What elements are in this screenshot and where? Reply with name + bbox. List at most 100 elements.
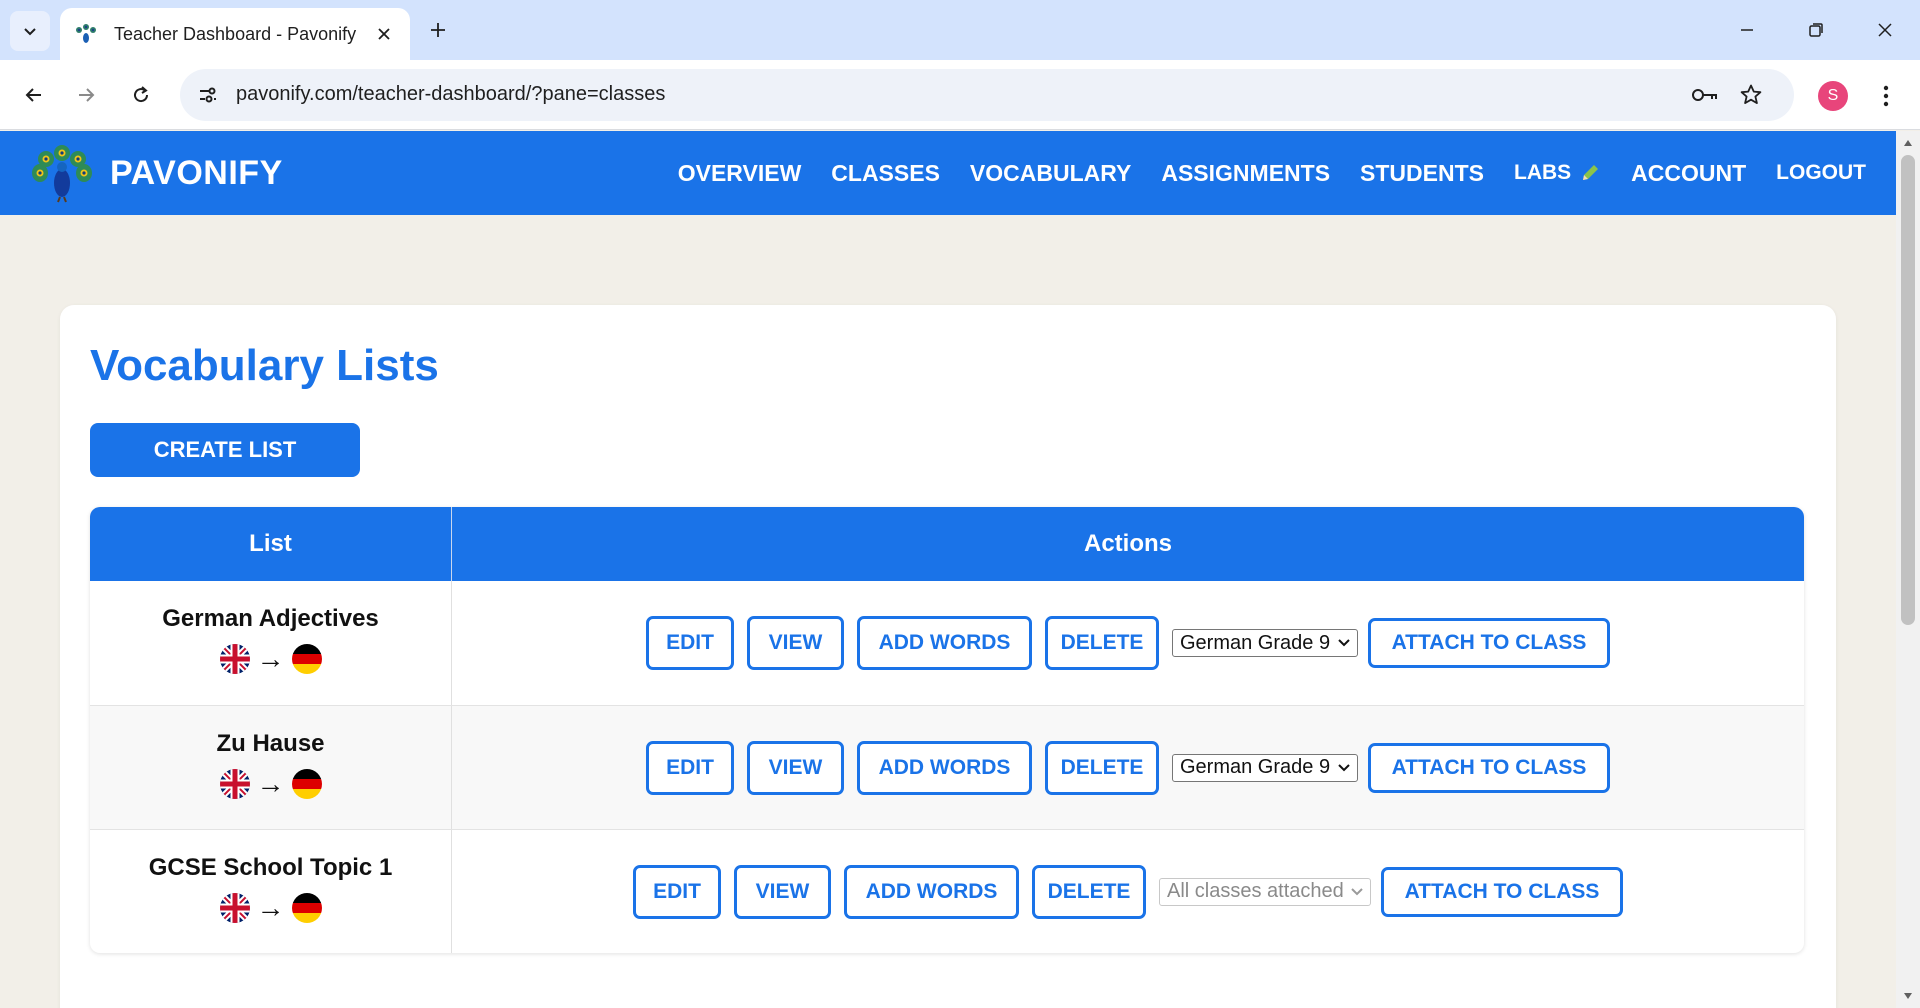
chevron-down-icon [1338,763,1350,771]
nav-classes[interactable]: CLASSES [831,160,940,187]
class-select[interactable]: German Grade 9 [1172,629,1358,657]
page-viewport: PAVONIFY OVERVIEW CLASSES VOCABULARY ASS… [0,131,1896,1008]
url-text[interactable]: pavonify.com/teacher-dashboard/?pane=cla… [236,83,665,106]
tab-search-button[interactable] [10,11,50,51]
forward-button[interactable] [68,77,104,113]
close-window-button[interactable] [1865,12,1905,48]
minimize-icon [1741,29,1753,31]
list-cell: GCSE School Topic 1 → [90,830,452,953]
address-bar[interactable]: pavonify.com/teacher-dashboard/?pane=cla… [180,69,1794,121]
class-select-value: German Grade 9 [1180,631,1331,654]
arrow-right-icon: → [256,891,285,923]
view-button[interactable]: VIEW [734,864,831,919]
germany-flag-icon [291,768,322,799]
actions-cell: EDIT VIEW ADD WORDS DELETE German Grade … [452,706,1804,829]
add-words-button[interactable]: ADD WORDS [844,864,1019,919]
site-info-button[interactable] [194,81,222,109]
tab-close-button[interactable] [372,22,396,46]
brand-name: PAVONIFY [110,153,283,192]
back-button[interactable] [16,77,52,113]
vocabulary-table: List Actions German Adjectives → EDIT VI… [90,507,1804,953]
germany-flag-icon [291,644,322,674]
nav-labs[interactable]: LABS [1514,161,1601,185]
class-select-value: All classes attached [1167,880,1344,902]
nav-logout[interactable]: LOGOUT [1776,161,1866,185]
more-vert-icon [1883,85,1889,107]
header-actions: Actions [1083,530,1172,557]
forward-icon [79,88,95,102]
uk-flag-icon [219,644,250,674]
site-navbar: PAVONIFY OVERVIEW CLASSES VOCABULARY ASS… [0,131,1896,215]
password-key-button[interactable] [1690,81,1720,109]
attach-to-class-button[interactable]: ATTACH TO CLASS [1368,618,1610,668]
vocabulary-lists-card: Vocabulary Lists CREATE LIST List Action… [60,305,1836,1008]
browser-menu-button[interactable] [1874,79,1898,113]
peacock-logo-icon [32,145,92,203]
scroll-up-button[interactable] [1902,137,1914,149]
edit-button[interactable]: EDIT [633,864,721,919]
site-info-icon [200,87,216,103]
chevron-down-icon [1338,639,1350,647]
new-tab-button[interactable] [423,15,453,45]
restore-icon [1809,23,1823,37]
nav-account[interactable]: ACCOUNT [1631,160,1746,187]
scroll-down-button[interactable] [1902,990,1914,1002]
main-nav: OVERVIEW CLASSES VOCABULARY ASSIGNMENTS … [648,131,1866,215]
page-title: Vocabulary Lists [90,341,439,390]
nav-assignments[interactable]: ASSIGNMENTS [1161,160,1330,187]
tab-title: Teacher Dashboard - Pavonify [114,23,357,44]
close-window-icon [1878,23,1892,37]
delete-button[interactable]: DELETE [1045,740,1159,795]
actions-cell: EDIT VIEW ADD WORDS DELETE German Grade … [452,581,1804,705]
profile-avatar[interactable]: S [1818,81,1848,111]
class-select-value: German Grade 9 [1180,756,1331,778]
list-cell: German Adjectives → [90,581,452,705]
nav-students[interactable]: STUDENTS [1360,160,1484,187]
browser-tab-bar: Teacher Dashboard - Pavonify [0,0,1920,60]
attach-to-class-button[interactable]: ATTACH TO CLASS [1381,866,1623,917]
language-pair: → [219,768,323,800]
bookmark-star-button[interactable] [1736,81,1766,109]
delete-button[interactable]: DELETE [1032,864,1146,919]
uk-flag-icon [219,768,250,799]
reload-button[interactable] [123,77,159,113]
list-name: Zu Hause [216,729,325,757]
table-row: German Adjectives → EDIT VIEW ADD WORDS … [90,581,1804,705]
brand-logo-link[interactable]: PAVONIFY [30,143,283,203]
create-list-button[interactable]: CREATE LIST [90,423,360,477]
class-select-disabled: All classes attached [1159,877,1371,906]
add-words-button[interactable]: ADD WORDS [857,740,1032,795]
pencil-icon [1583,165,1599,180]
view-button[interactable]: VIEW [747,740,844,795]
list-name: German Adjectives [162,605,379,632]
restore-button[interactable] [1796,12,1836,48]
attach-to-class-button[interactable]: ATTACH TO CLASS [1368,742,1610,793]
browser-tab-active[interactable]: Teacher Dashboard - Pavonify [60,8,410,60]
language-pair: → [219,643,323,675]
add-words-button[interactable]: ADD WORDS [857,616,1032,670]
triangle-up-icon [1904,140,1912,146]
table-row: Zu Hause → EDIT VIEW ADD WORDS DELETE Ge… [90,705,1804,829]
star-icon [1740,84,1762,104]
arrow-right-icon: → [256,643,285,674]
nav-overview[interactable]: OVERVIEW [678,160,802,187]
edit-button[interactable]: EDIT [646,616,734,670]
minimize-button[interactable] [1727,12,1767,48]
class-select[interactable]: German Grade 9 [1172,753,1358,782]
arrow-right-icon: → [256,767,285,799]
nav-vocabulary[interactable]: VOCABULARY [970,160,1131,187]
table-row: GCSE School Topic 1 → EDIT VIEW ADD WORD… [90,829,1804,953]
tab-search-icon [24,28,36,36]
view-button[interactable]: VIEW [747,616,844,670]
edit-button[interactable]: EDIT [646,740,734,795]
scrollbar-thumb[interactable] [1901,155,1915,625]
germany-flag-icon [291,892,322,923]
actions-cell: EDIT VIEW ADD WORDS DELETE All classes a… [452,830,1804,953]
password-key-icon [1692,89,1717,101]
table-header: List Actions [90,507,1804,581]
back-icon [25,88,41,102]
page-scrollbar[interactable] [1896,131,1920,1008]
uk-flag-icon [219,892,250,923]
list-name: GCSE School Topic 1 [148,853,393,881]
delete-button[interactable]: DELETE [1045,616,1159,670]
